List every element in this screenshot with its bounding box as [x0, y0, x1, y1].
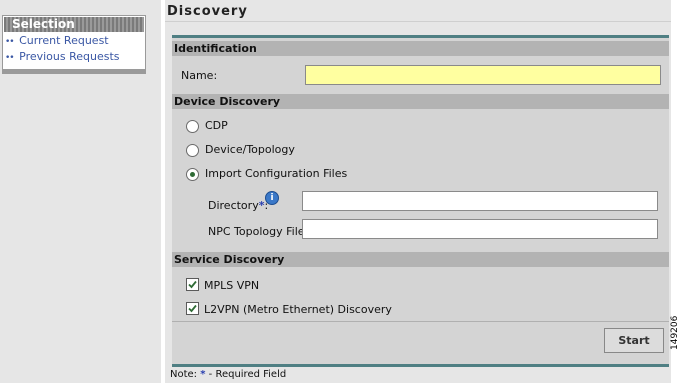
info-icon[interactable]: i	[265, 191, 279, 205]
figure-number: 149206	[670, 315, 680, 350]
left-panel: Selection •• Current Request •• Previous…	[0, 0, 161, 383]
selection-box: Selection •• Current Request •• Previous…	[2, 15, 146, 74]
sidebar-item-current-request[interactable]: •• Current Request	[3, 33, 145, 49]
directory-input[interactable]	[302, 191, 658, 211]
npc-topology-input[interactable]	[302, 219, 658, 239]
device-topology-radio[interactable]	[186, 144, 199, 157]
sidebar-item-label: Previous Requests	[19, 50, 120, 63]
section-service-discovery-header: Service Discovery	[172, 252, 669, 267]
sidebar-item-previous-requests[interactable]: •• Previous Requests	[3, 49, 145, 65]
page-title: Discovery	[167, 4, 248, 19]
name-label: Name:	[181, 69, 218, 82]
name-input[interactable]	[305, 65, 661, 85]
l2vpn-label: L2VPN (Metro Ethernet) Discovery	[204, 303, 392, 316]
checkmark-icon	[188, 280, 197, 289]
note-text: - Required Field	[208, 369, 287, 380]
required-star: *	[258, 199, 265, 212]
device-topology-label: Device/Topology	[205, 143, 295, 156]
cdp-radio[interactable]	[186, 120, 199, 133]
cdp-label: CDP	[205, 119, 228, 132]
l2vpn-checkbox[interactable]	[186, 302, 199, 315]
actions-divider	[172, 321, 669, 322]
note-prefix: Note:	[170, 369, 198, 380]
checkmark-icon	[188, 304, 197, 313]
npc-topology-label: NPC Topology File:	[208, 225, 309, 238]
main-panel: Discovery Identification Name: Device Di…	[165, 0, 671, 383]
mpls-vpn-label: MPLS VPN	[204, 279, 260, 292]
import-config-radio[interactable]	[186, 168, 199, 181]
directory-label: Directory*:	[208, 199, 269, 212]
section-identification-header: Identification	[172, 41, 669, 56]
section-device-discovery-header: Device Discovery	[172, 94, 669, 109]
selection-footer	[3, 69, 145, 73]
sidebar-item-label: Current Request	[19, 34, 109, 47]
import-config-label: Import Configuration Files	[205, 167, 348, 180]
required-field-note: Note: * - Required Field	[170, 369, 286, 380]
bullet-icon: ••	[5, 37, 15, 47]
title-divider	[165, 21, 671, 22]
start-button[interactable]: Start	[604, 328, 664, 353]
bullet-icon: ••	[5, 53, 15, 63]
mpls-vpn-checkbox[interactable]	[186, 278, 199, 291]
discovery-form: Identification Name: Device Discovery CD…	[172, 35, 669, 367]
selection-header: Selection	[4, 17, 144, 32]
required-star: *	[200, 369, 206, 380]
directory-label-text: Directory	[208, 199, 259, 212]
